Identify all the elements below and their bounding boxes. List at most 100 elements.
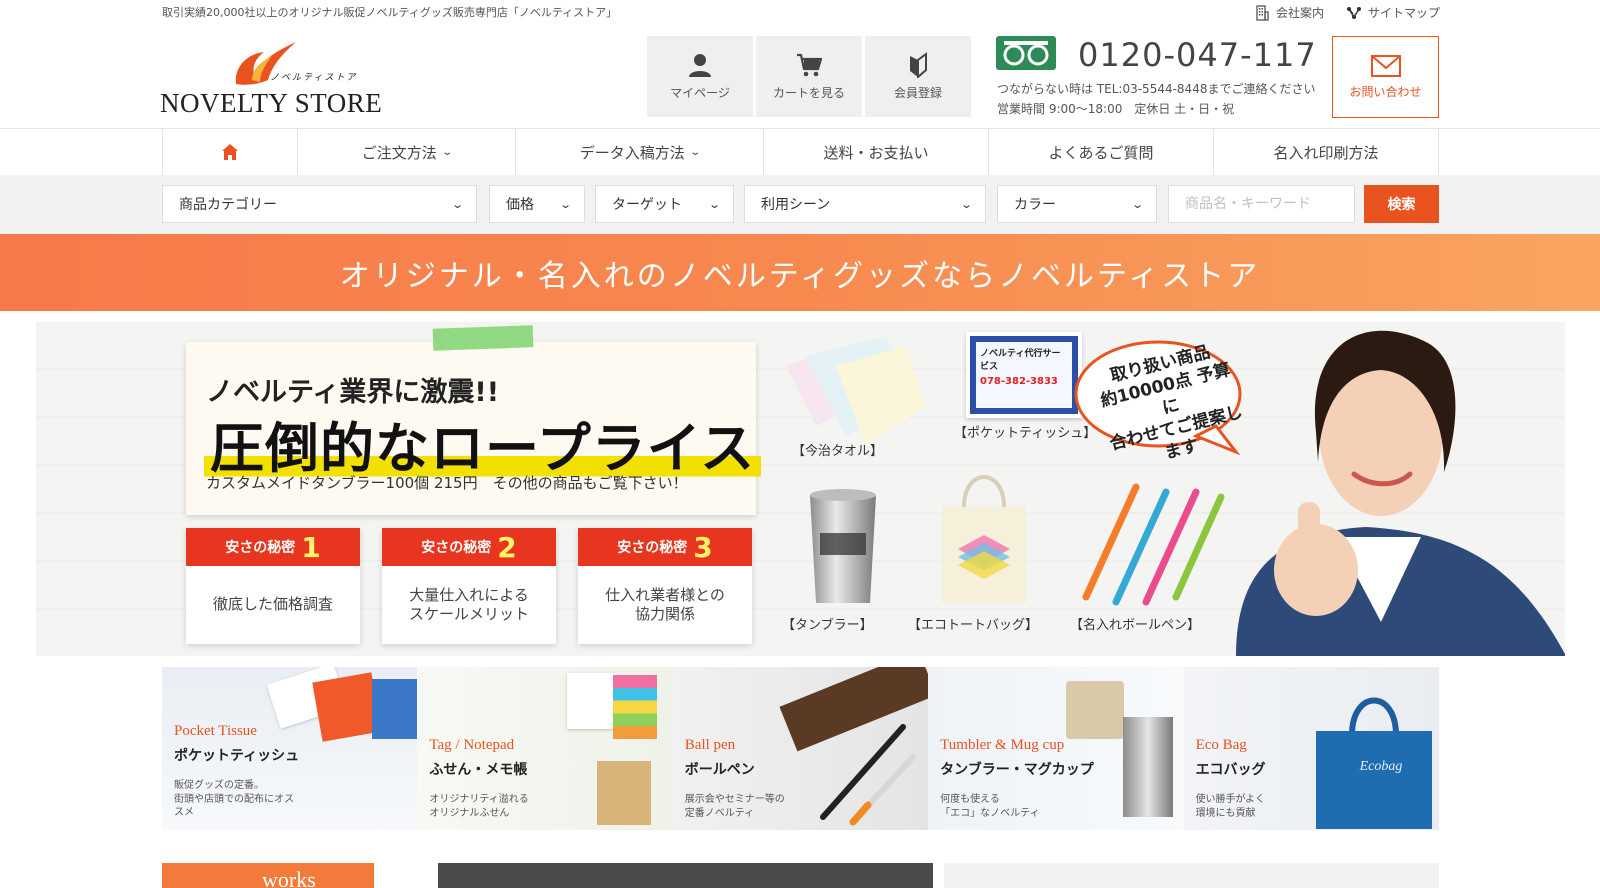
tile-notepad[interactable]: Tag / Notepad ふせん・メモ帳 オリジナリティ溢れる オリジナルふせ… <box>417 667 673 830</box>
tile-ja-title: タンブラー・マグカップ <box>940 762 1094 778</box>
tissue-pack <box>372 679 418 739</box>
chevron-down-icon: ⌄ <box>450 197 464 211</box>
phone-number[interactable]: 0120-047-117 <box>1078 36 1317 74</box>
product-label: 【今治タオル】 <box>792 444 884 459</box>
works-banner[interactable]: works <box>162 863 374 888</box>
main-nav: ご注文方法 ⌄ データ入稿方法 ⌄ 送料・お支払い よくあるご質問 名入れ印刷方法 <box>0 128 1600 175</box>
nav-shipping-payment[interactable]: 送料・お支払い <box>763 129 988 175</box>
logo-kana: ノベルティストア <box>270 73 358 83</box>
target-select-value: ターゲット <box>612 197 682 213</box>
nav-print-method-label: 名入れ印刷方法 <box>1273 143 1379 162</box>
tile-description: 展示会やセミナー等の 定番ノベルティ <box>684 794 785 819</box>
pocket-tissue-image: ノベルティ代行サービス 078-382-3833 <box>966 332 1082 418</box>
category-tiles: Pocket Tissue ポケットティッシュ 販促グッズの定番。 街頭や店頭で… <box>162 667 1439 830</box>
tile-ja-title: エコバッグ <box>1195 762 1266 778</box>
search-bar: 商品カテゴリー ⌄ 価格 ⌄ ターゲット ⌄ 利用シーン ⌄ カラー ⌄ 検索 <box>0 175 1600 234</box>
chevron-down-icon: ⌄ <box>707 197 721 211</box>
sticky-tabs-image <box>613 675 658 739</box>
site-logo[interactable]: ノベルティストア NOVELTY STORE <box>160 40 382 118</box>
nav-order-method[interactable]: ご注文方法 ⌄ <box>297 129 515 175</box>
secret-head-label: 安さの秘密 <box>225 540 296 556</box>
price-select[interactable]: 価格 ⌄ <box>489 185 585 223</box>
hero-subtext: カスタムメイドタンブラー100個 215円 その他の商品もご覧下さい！ <box>206 474 688 492</box>
cart-button[interactable]: カートを見る <box>756 36 862 117</box>
promo-banner: オリジナル・名入れのノベルティグッズならノベルティストア <box>0 234 1600 311</box>
chevron-down-icon: ⌄ <box>689 146 701 158</box>
chevron-down-icon: ⌄ <box>959 197 973 211</box>
header-buttons: マイページ カートを見る 会員登録 <box>647 36 971 117</box>
keyword-input[interactable] <box>1168 185 1355 223</box>
color-select-value: カラー <box>1014 197 1056 213</box>
hero-banner[interactable]: ノベルティ業界に激震!! 圧倒的なロープライス カスタムメイドタンブラー100個… <box>36 322 1565 656</box>
product-label: 【タンブラー】 <box>782 618 873 633</box>
secret-card-head: 安さの秘密 2 <box>382 528 556 566</box>
nav-data-submission[interactable]: データ入稿方法 ⌄ <box>515 129 763 175</box>
secret-card-head: 安さの秘密 3 <box>578 528 752 566</box>
ballpen-image <box>819 724 916 826</box>
sticky-note-image <box>567 673 618 729</box>
tile-en-title: Ball pen <box>684 737 736 753</box>
mypage-button[interactable]: マイページ <box>647 36 753 117</box>
promo-banner-text: オリジナル・名入れのノベルティグッズならノベルティストア <box>339 258 1261 294</box>
ecobag-print-text: Ecobag <box>1359 759 1403 774</box>
secret-card-2: 安さの秘密 2 大量仕入れによる スケールメリット <box>382 528 556 644</box>
feature-banner-light[interactable] <box>944 863 1439 888</box>
nav-order-method-label: ご注文方法 <box>361 143 437 162</box>
tissue-print-text: ノベルティ代行サービス <box>980 349 1061 372</box>
mail-icon <box>1370 54 1401 77</box>
chevron-down-icon: ⌄ <box>441 146 453 158</box>
target-select[interactable]: ターゲット ⌄ <box>595 185 734 223</box>
tissue-print-phone: 078-382-3833 <box>980 376 1058 387</box>
feature-banner-dark[interactable] <box>438 863 933 888</box>
tile-ecobag[interactable]: Ecobag Eco Bag エコバッグ 使い勝手がよく 環境にも貢献 <box>1183 667 1439 830</box>
search-button[interactable]: 検索 <box>1364 185 1439 223</box>
secret-card-body: 大量仕入れによる スケールメリット <box>408 585 529 624</box>
mug-image <box>1066 681 1125 739</box>
tile-pocket-tissue[interactable]: Pocket Tissue ポケットティッシュ 販促グッズの定番。 街頭や店頭で… <box>162 667 418 830</box>
tumbler-image <box>810 489 876 603</box>
secret-number: 2 <box>497 530 517 564</box>
contact-button[interactable]: お問い合わせ <box>1332 36 1439 118</box>
price-select-value: 価格 <box>506 197 534 213</box>
tape-decoration <box>432 325 534 351</box>
towel-image <box>786 336 926 446</box>
register-button[interactable]: 会員登録 <box>865 36 971 117</box>
category-select[interactable]: 商品カテゴリー ⌄ <box>162 185 477 223</box>
company-link[interactable]: 会社案内 <box>1254 4 1324 21</box>
user-icon <box>689 54 711 77</box>
scene-select[interactable]: 利用シーン ⌄ <box>744 185 986 223</box>
top-links: 会社案内 サイトマップ <box>1254 4 1440 21</box>
tile-description: 使い勝手がよく 環境にも貢献 <box>1195 794 1266 819</box>
tissue-inner: ノベルティ代行サービス 078-382-3833 <box>976 342 1072 408</box>
sitemap-icon <box>1346 6 1361 19</box>
nav-faq-label: よくあるご質問 <box>1048 143 1154 162</box>
register-label: 会員登録 <box>893 86 942 100</box>
nav-print-method[interactable]: 名入れ印刷方法 <box>1213 129 1439 175</box>
tumbler-tile-image <box>1123 717 1174 817</box>
mypage-label: マイページ <box>670 86 730 100</box>
tile-tumbler[interactable]: Tumbler & Mug cup タンブラー・マグカップ 何度も使える 「エコ… <box>928 667 1184 830</box>
nav-faq[interactable]: よくあるご質問 <box>988 129 1213 175</box>
tile-en-title: Tag / Notepad <box>429 737 515 753</box>
phone-alt-note: つながらない時は TEL:03-5544-8448までご連絡ください <box>997 82 1316 96</box>
secret-number: 3 <box>693 530 713 564</box>
tile-description: 何度も使える 「エコ」なノベルティ <box>940 794 1040 819</box>
nav-items: ご注文方法 ⌄ データ入稿方法 ⌄ 送料・お支払い よくあるご質問 名入れ印刷方法 <box>162 129 1439 175</box>
color-select[interactable]: カラー ⌄ <box>997 185 1157 223</box>
category-select-value: 商品カテゴリー <box>179 197 277 213</box>
tile-ja-title: ポケットティッシュ <box>174 748 300 764</box>
nav-data-submission-label: データ入稿方法 <box>579 143 685 162</box>
secret-number: 1 <box>301 530 321 564</box>
business-hours: 営業時間 9:00～18:00 定休日 土・日・祝 <box>997 102 1235 116</box>
chevron-down-icon: ⌄ <box>558 197 572 211</box>
tile-en-title: Tumbler & Mug cup <box>940 737 1065 753</box>
tile-en-title: Eco Bag <box>1195 737 1247 753</box>
tissue-packs-image <box>266 667 418 747</box>
scene-select-value: 利用シーン <box>761 197 831 213</box>
sitemap-link[interactable]: サイトマップ <box>1346 4 1440 21</box>
nav-home[interactable] <box>162 129 297 175</box>
cart-icon <box>797 53 822 77</box>
tile-ja-title: ボールペン <box>684 762 755 778</box>
tile-ballpen[interactable]: Ball pen ボールペン 展示会やセミナー等の 定番ノベルティ <box>672 667 929 830</box>
building-icon <box>1256 4 1269 21</box>
